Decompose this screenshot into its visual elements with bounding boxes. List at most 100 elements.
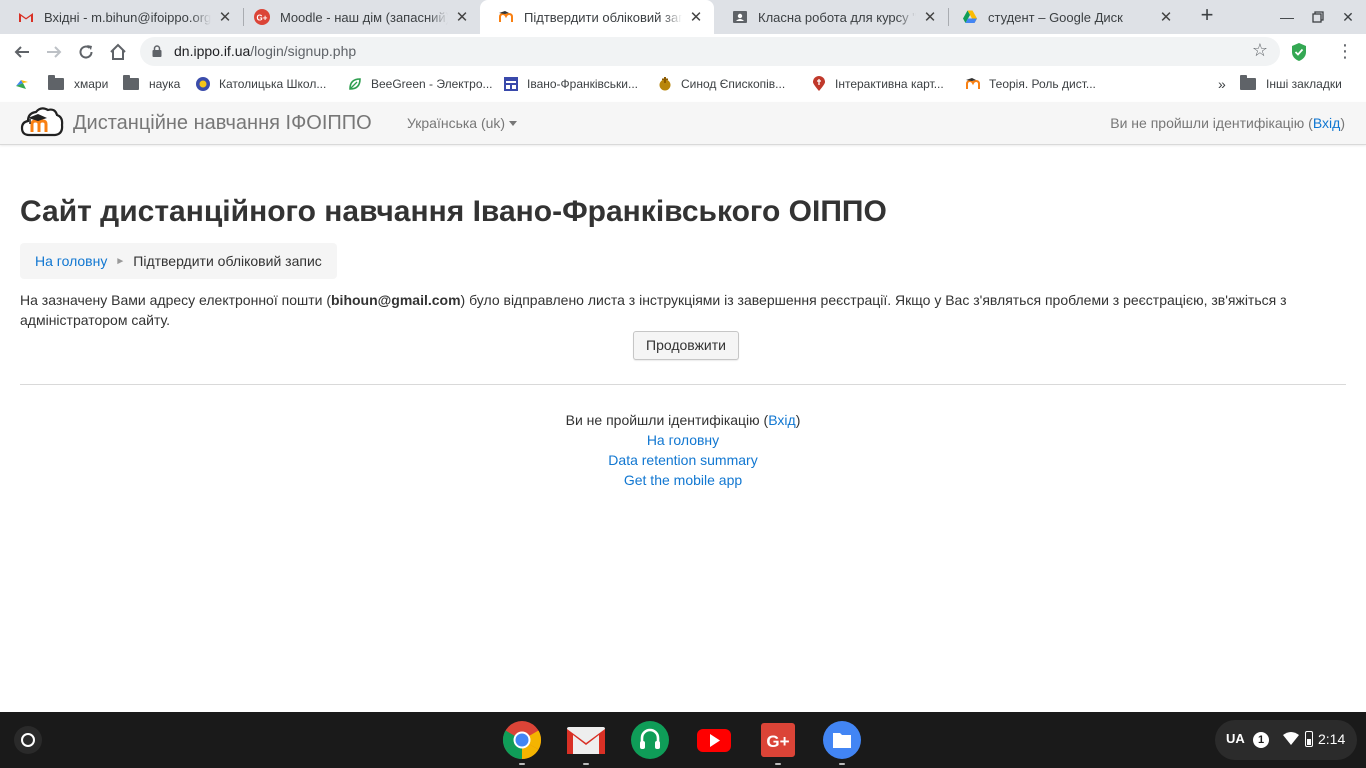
url-text: dn.ippo.if.ua/login/signup.php bbox=[174, 43, 356, 59]
bookmarks-overflow-chevron[interactable]: » bbox=[1218, 75, 1226, 93]
close-tab-icon[interactable]: ✕ bbox=[454, 8, 470, 26]
os-shelf: G+ UA 1 2:14 bbox=[0, 712, 1366, 768]
chrome-icon[interactable] bbox=[502, 720, 542, 760]
browser-tab-strip: Вхідні - m.bihun@ifoippo.org.ua ✕ G+ Moo… bbox=[0, 0, 1366, 34]
bookmark-apps[interactable] bbox=[14, 75, 38, 93]
tab-title: Підтвердити обліковий запис bbox=[524, 9, 682, 25]
footer-login-status: Ви не пройшли ідентифікацію (Вхід) bbox=[0, 410, 1366, 430]
tab-moodle-google-plus[interactable]: G+ Moodle - наш дім (запасний) - Google+… bbox=[236, 0, 480, 34]
footer-home-link[interactable]: На головну bbox=[0, 430, 1366, 450]
running-indicator bbox=[775, 763, 781, 765]
launcher-icon[interactable] bbox=[14, 726, 42, 754]
login-status-suffix: ) bbox=[1340, 115, 1345, 131]
breadcrumb-separator-icon: ► bbox=[115, 255, 126, 267]
running-indicator bbox=[519, 763, 525, 765]
footer-login-suffix: ) bbox=[795, 412, 801, 428]
input-method-indicator: UA bbox=[1226, 731, 1245, 746]
footer-login-link[interactable]: Вхід bbox=[768, 412, 795, 428]
google-plus-icon[interactable]: G+ bbox=[758, 720, 798, 760]
footer-divider bbox=[20, 384, 1346, 385]
hangouts-icon[interactable] bbox=[630, 720, 670, 760]
tab-gmail[interactable]: Вхідні - m.bihun@ifoippo.org.ua ✕ bbox=[0, 0, 243, 34]
minimize-window-icon[interactable]: — bbox=[1277, 7, 1297, 27]
bookmark-synod[interactable]: Синод Єпископів... bbox=[657, 75, 785, 93]
maximize-window-icon[interactable] bbox=[1308, 7, 1328, 27]
bookmark-beegreen[interactable]: BeeGreen - Электро... bbox=[347, 75, 493, 93]
bookmark-star-icon[interactable]: ☆ bbox=[1252, 40, 1268, 61]
chevron-double-right-icon: » bbox=[1218, 76, 1226, 92]
url-path: /login/signup.php bbox=[250, 43, 357, 59]
school-icon bbox=[196, 77, 210, 91]
youtube-icon[interactable] bbox=[694, 720, 734, 760]
bookmark-other-folder[interactable]: Інші закладки bbox=[1240, 75, 1342, 93]
tab-title: Вхідні - m.bihun@ifoippo.org.ua bbox=[44, 9, 211, 25]
notice-text-before: На зазначену Вами адресу електронної пош… bbox=[20, 292, 331, 308]
bookmark-theory[interactable]: Теорія. Роль дист... bbox=[965, 75, 1096, 93]
data-retention-link[interactable]: Data retention summary bbox=[0, 450, 1366, 470]
moodle-icon bbox=[966, 78, 980, 89]
mobile-app-link[interactable]: Get the mobile app bbox=[0, 470, 1366, 490]
forward-arrow-icon[interactable] bbox=[42, 40, 66, 64]
files-icon[interactable] bbox=[822, 720, 862, 760]
calendar-icon bbox=[504, 77, 518, 91]
bookmark-ivano-frankivsk[interactable]: Івано-Франківськи... bbox=[503, 75, 638, 93]
bookmark-label: наука bbox=[149, 77, 181, 91]
close-tab-icon[interactable]: ✕ bbox=[1158, 8, 1174, 26]
google-plus-icon: G+ bbox=[254, 9, 270, 25]
bookmark-folder-clouds[interactable]: хмари bbox=[48, 75, 108, 93]
close-tab-icon[interactable]: ✕ bbox=[922, 8, 938, 26]
bookmark-interactive-map[interactable]: Інтерактивна карт... bbox=[811, 75, 944, 93]
close-window-icon[interactable]: ✕ bbox=[1338, 7, 1358, 27]
bookmark-label: Католицька Школ... bbox=[219, 77, 327, 91]
close-tab-icon[interactable]: ✕ bbox=[688, 8, 704, 26]
reload-icon[interactable] bbox=[74, 40, 98, 64]
confirmation-notice: На зазначену Вами адресу електронної пош… bbox=[20, 290, 1346, 330]
back-arrow-icon[interactable] bbox=[10, 40, 34, 64]
site-name[interactable]: Дистанційне навчання ІФОІППО bbox=[73, 112, 372, 135]
tab-google-drive[interactable]: студент – Google Диск ✕ bbox=[944, 0, 1184, 34]
tab-classroom[interactable]: Класна робота для курсу "курс" ✕ bbox=[714, 0, 948, 34]
login-link[interactable]: Вхід bbox=[1313, 115, 1340, 131]
login-status: Ви не пройшли ідентифікацію (Вхід) bbox=[1110, 115, 1345, 131]
close-tab-icon[interactable]: ✕ bbox=[217, 8, 233, 26]
running-indicator bbox=[839, 763, 845, 765]
footer-login-text: Ви не пройшли ідентифікацію ( bbox=[565, 412, 769, 428]
bookmark-catholic-school[interactable]: Католицька Школ... bbox=[195, 75, 326, 93]
emblem-icon bbox=[659, 77, 671, 91]
tab-title: студент – Google Диск bbox=[988, 9, 1123, 25]
login-status-text: Ви не пройшли ідентифікацію ( bbox=[1110, 115, 1313, 131]
bookmark-label: хмари bbox=[74, 77, 109, 91]
gmail-icon[interactable] bbox=[566, 720, 606, 760]
clock: 2:14 bbox=[1318, 731, 1346, 747]
url-host: dn.ippo.if.ua bbox=[174, 43, 251, 59]
lock-icon bbox=[152, 45, 162, 57]
folder-icon bbox=[123, 75, 139, 90]
moodle-logo-icon[interactable] bbox=[20, 105, 64, 142]
system-tray[interactable]: UA 1 2:14 bbox=[1215, 720, 1357, 760]
address-bar[interactable]: dn.ippo.if.ua/login/signup.php ☆ bbox=[140, 37, 1280, 66]
browser-menu-icon[interactable]: ⋮ bbox=[1336, 40, 1354, 64]
svg-text:G+: G+ bbox=[766, 732, 789, 751]
tab-title: Moodle - наш дім (запасний) - Google+ bbox=[280, 9, 448, 25]
shield-extension-icon[interactable] bbox=[1290, 42, 1308, 62]
continue-button[interactable]: Продовжити bbox=[633, 331, 739, 360]
bookmark-folder-science[interactable]: наука bbox=[123, 75, 180, 93]
notice-email: bihoun@gmail.com bbox=[331, 292, 461, 308]
bookmark-label: Інші закладки bbox=[1266, 77, 1342, 91]
breadcrumb-home-link[interactable]: На головну bbox=[35, 253, 107, 269]
notification-count-badge: 1 bbox=[1253, 732, 1269, 748]
svg-text:G+: G+ bbox=[257, 14, 268, 23]
moodle-navbar: Дистанційне навчання ІФОІППО Українська … bbox=[0, 102, 1366, 145]
gmail-icon bbox=[19, 13, 33, 22]
language-label: Українська (uk) bbox=[407, 115, 506, 131]
breadcrumb: На головну ► Підтвердити обліковий запис bbox=[20, 243, 337, 279]
page-heading: Сайт дистанційного навчання Івано-Франкі… bbox=[20, 195, 887, 228]
home-icon[interactable] bbox=[106, 40, 130, 64]
language-menu[interactable]: Українська (uk) bbox=[407, 115, 518, 131]
bookmark-label: BeeGreen - Электро... bbox=[371, 77, 493, 91]
page-footer: Ви не пройшли ідентифікацію (Вхід) На го… bbox=[0, 410, 1366, 490]
new-tab-button[interactable]: + bbox=[1196, 4, 1218, 27]
tab-title: Класна робота для курсу "курс" bbox=[758, 9, 916, 25]
bookmarks-bar: хмари наука Католицька Школ... BeeGreen … bbox=[0, 70, 1366, 98]
tab-confirm-account[interactable]: Підтвердити обліковий запис ✕ bbox=[480, 0, 714, 34]
